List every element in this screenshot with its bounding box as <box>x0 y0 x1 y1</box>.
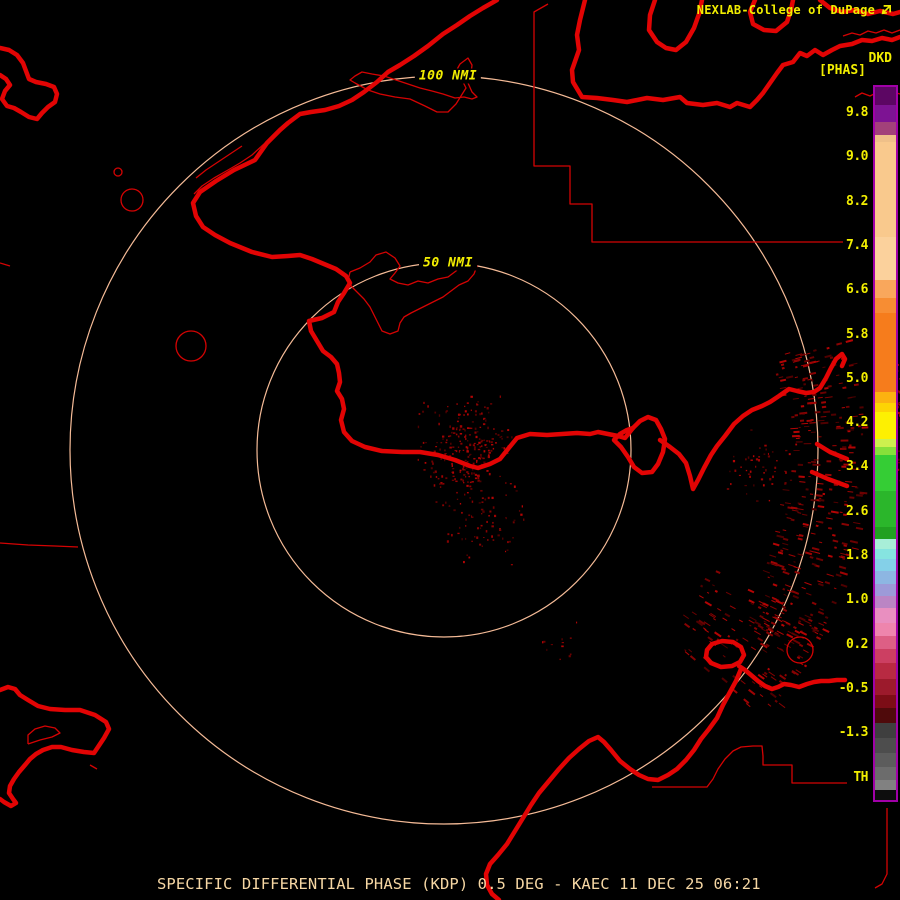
colorbar-tick: -1.3 <box>839 724 868 742</box>
colorbar-tick: 1.0 <box>846 591 868 609</box>
colorbar-tick: TH <box>853 769 868 787</box>
station-id-label: DKD <box>869 51 892 66</box>
product-caption: SPECIFIC DIFFERENTIAL PHASE (KDP) 0.5 DE… <box>157 875 761 893</box>
colorbar-tick: 5.8 <box>846 326 868 344</box>
colorbar-tick: 3.4 <box>846 458 868 476</box>
colorbar-tick: 5.0 <box>846 370 868 388</box>
radar-display: 9.8 9.0 8.2 7.4 6.6 5.8 5.0 4.2 3.4 2.6 1.8 1.0 0.2 -… <box>0 0 900 900</box>
colorbar-tick: 0.2 <box>846 636 868 654</box>
colorbar-tick: 6.6 <box>846 281 868 299</box>
cursor-arrow-icon <box>879 4 892 17</box>
colorbar <box>873 85 898 802</box>
colorbar-tick: 8.2 <box>846 193 868 211</box>
site-title-text: NEXLAB-College of DuPage <box>697 3 875 17</box>
radar-map <box>0 0 900 900</box>
colorbar-tick: 7.4 <box>846 237 868 255</box>
colorbar-tick: 9.8 <box>846 104 868 122</box>
range-ring-label-100nmi: 100 NMI <box>415 69 481 84</box>
site-title: NEXLAB-College of DuPage <box>697 3 892 17</box>
colorbar-tick: 1.8 <box>846 547 868 565</box>
units-label: [PHAS] <box>819 63 866 78</box>
colorbar-tick: 2.6 <box>846 503 868 521</box>
colorbar-tick: 9.0 <box>846 148 868 166</box>
colorbar-tick: 4.2 <box>846 414 868 432</box>
range-ring-label-50nmi: 50 NMI <box>419 256 477 271</box>
colorbar-tick: -0.5 <box>839 680 868 698</box>
